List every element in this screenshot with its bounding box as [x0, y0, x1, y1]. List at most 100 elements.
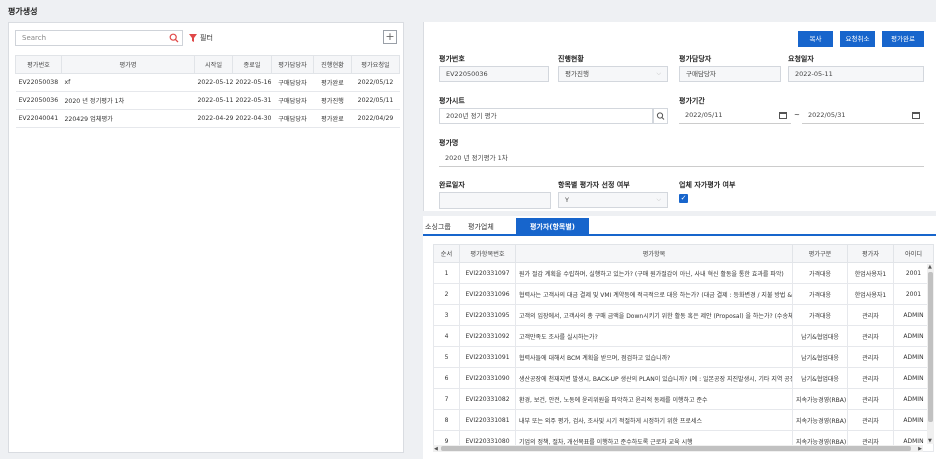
manager-label: 평가담당자	[679, 55, 712, 63]
cell-order: 6	[433, 367, 460, 389]
filter-button[interactable]: 필터	[189, 32, 213, 44]
cell-evaluator: 관리자	[847, 367, 894, 389]
tab-evaluation-vendor[interactable]: 평가업체	[468, 222, 494, 232]
column-header[interactable]: 진행현황	[313, 55, 352, 74]
cell-item: 생산공장에 천재지변 발생시, BACK-UP 생산의 PLAN이 있습니까? …	[515, 367, 793, 389]
cell-category: 납기&협업대응	[792, 346, 848, 368]
cell-manager: 구매담당자	[271, 73, 314, 92]
column-header[interactable]: 평가요청일	[351, 55, 400, 74]
cell-category: 가격대응	[792, 283, 848, 305]
table-row[interactable]: 2 EVI220331096 협력사는 고객사의 대금 결제 및 VMI 계약등…	[433, 283, 934, 305]
complete-evaluation-button[interactable]: 평가완료	[882, 31, 924, 47]
copy-button[interactable]: 복사	[798, 31, 833, 47]
cell-item-no: EVI220331096	[459, 283, 516, 305]
cell-end: 2022-05-31	[232, 91, 272, 110]
cell-category: 가격대응	[792, 304, 848, 326]
tab-sourcing-group[interactable]: 소싱그룹	[425, 222, 451, 232]
self-eval-checkbox[interactable]: ✓	[679, 194, 688, 203]
table-row[interactable]: 8 EVI220331081 내부 또는 외주 평가, 검사, 조사및 시기 적…	[433, 409, 934, 431]
table-row[interactable]: EV22050036 2020 년 정기평가 1차 2022-05-11 202…	[15, 91, 400, 110]
calendar-icon[interactable]	[779, 112, 787, 119]
column-header[interactable]: 순서	[433, 244, 460, 263]
table-row[interactable]: EV22050038 xf 2022-05-12 2022-05-16 구매담당…	[15, 73, 400, 92]
column-header[interactable]: 평가명	[61, 55, 195, 74]
cell-status: 평가진행	[313, 91, 352, 110]
column-header[interactable]: 종료일	[232, 55, 272, 74]
tab-evaluator-by-item[interactable]: 평가자(항목별)	[516, 218, 589, 236]
column-header[interactable]: 시작일	[194, 55, 233, 74]
cell-request-date: 2022/05/11	[351, 91, 400, 110]
cell-eval-name: 220429 업체평가	[61, 109, 195, 128]
sheet-search-button[interactable]	[653, 108, 668, 124]
cell-evaluator: 관리자	[847, 325, 894, 347]
period-end-value: 2022/05/31	[808, 111, 846, 119]
calendar-icon[interactable]	[912, 112, 920, 119]
manager-field: 구매담당자	[679, 66, 781, 82]
scroll-down-icon[interactable]: ▼	[928, 438, 932, 444]
column-header[interactable]: 평가자	[847, 244, 894, 263]
chevron-down-icon: ⌵	[656, 196, 661, 203]
scroll-left-icon[interactable]: ◀	[434, 446, 438, 452]
search-icon[interactable]	[169, 33, 179, 43]
table-row[interactable]: 1 EVI220331097 원가 절감 계획을 수립하며, 실행하고 있는가?…	[433, 262, 934, 284]
tab-bar: 소싱그룹 평가업체 평가자(항목별)	[423, 218, 936, 236]
cancel-request-button[interactable]: 요청취소	[840, 31, 875, 47]
cell-category: 지속가능경영(RBA)	[792, 388, 848, 410]
table-row[interactable]: 4 EVI220331092 고객만족도 조사를 실시하는가? 납기&협업대응 …	[433, 325, 934, 347]
table-row[interactable]: 7 EVI220331082 환경, 보건, 안전, 노동에 윤리위원을 파악하…	[433, 388, 934, 410]
item-select-dropdown[interactable]: Y ⌵	[558, 192, 668, 208]
table-row[interactable]: 5 EVI220331091 협력사들에 대해서 BCM 계획을 받으며, 점검…	[433, 346, 934, 368]
request-date-field: 2022-05-11	[788, 66, 924, 82]
done-date-label: 완료일자	[439, 181, 465, 189]
cell-item-no: EVI220331090	[459, 367, 516, 389]
period-end-field[interactable]: 2022/05/31	[802, 108, 924, 124]
name-field[interactable]: 2020 년 정기평가 1차	[439, 151, 924, 167]
eval-no-field: EV22050036	[439, 66, 549, 82]
cell-order: 1	[433, 262, 460, 284]
cell-item: 고객만족도 조사를 실시하는가?	[515, 325, 793, 347]
cell-start: 2022-04-29	[194, 109, 233, 128]
cell-evaluator: 한업사용자1	[847, 283, 894, 305]
search-row: 필터 +	[15, 30, 397, 48]
cell-manager: 구매담당자	[271, 91, 314, 110]
cell-item-no: EVI220331091	[459, 346, 516, 368]
scrollbar-thumb[interactable]	[441, 446, 911, 451]
cell-end: 2022-05-16	[232, 73, 272, 92]
table-row[interactable]: 3 EVI220331095 고객의 입장에서, 고객사의 총 구매 금액을 D…	[433, 304, 934, 326]
vertical-scrollbar[interactable]: ▲ ▼	[927, 264, 934, 444]
cell-status: 평가완료	[313, 73, 352, 92]
cell-category: 납기&협업대응	[792, 325, 848, 347]
scroll-up-icon[interactable]: ▲	[928, 264, 932, 270]
column-header[interactable]: 평가구분	[792, 244, 848, 263]
scroll-right-icon[interactable]: ▶	[918, 446, 922, 452]
evaluator-table: 순서 평가항목번호 평가항목 평가구분 평가자 아이디 1 EVI2203310…	[433, 244, 934, 452]
cell-eval-name: 2020 년 정기평가 1차	[61, 91, 195, 110]
filter-label: 필터	[200, 34, 213, 42]
period-separator: ~	[794, 111, 800, 119]
self-eval-label: 업체 자가평가 여부	[679, 181, 736, 189]
cell-order: 7	[433, 388, 460, 410]
period-start-field[interactable]: 2022/05/11	[679, 108, 791, 124]
search-input[interactable]	[15, 30, 183, 46]
search-icon	[656, 112, 665, 120]
cell-item: 원가 절감 계획을 수립하며, 실행하고 있는가? (구매 원가절감이 아닌, …	[515, 262, 793, 284]
status-select[interactable]: 평가진행 ⌵	[558, 66, 668, 82]
table-row[interactable]: EV22040041 220429 업체평가 2022-04-29 2022-0…	[15, 109, 400, 128]
filter-icon	[189, 34, 197, 42]
cell-evaluator: 관리자	[847, 388, 894, 410]
column-header[interactable]: 평가담당자	[271, 55, 314, 74]
add-button[interactable]: +	[383, 30, 397, 44]
cell-item: 내부 또는 외주 평가, 검사, 조사및 시기 적절하게 시정하기 위한 프로세…	[515, 409, 793, 431]
cell-eval-no: EV22040041	[15, 109, 62, 128]
cell-evaluator: 관리자	[847, 346, 894, 368]
table-row[interactable]: 6 EVI220331090 생산공장에 천재지변 발생시, BACK-UP 생…	[433, 367, 934, 389]
scrollbar-thumb[interactable]	[928, 272, 933, 422]
column-header[interactable]: 평가항목	[515, 244, 793, 263]
request-date-label: 요청일자	[788, 55, 814, 63]
column-header[interactable]: 아이디	[893, 244, 934, 263]
column-header[interactable]: 평가번호	[15, 55, 62, 74]
done-date-field	[439, 192, 551, 209]
column-header[interactable]: 평가항목번호	[459, 244, 516, 263]
sheet-field[interactable]: 2020년 정기 평가	[439, 108, 653, 124]
horizontal-scrollbar[interactable]: ◀ ▶	[433, 445, 923, 452]
